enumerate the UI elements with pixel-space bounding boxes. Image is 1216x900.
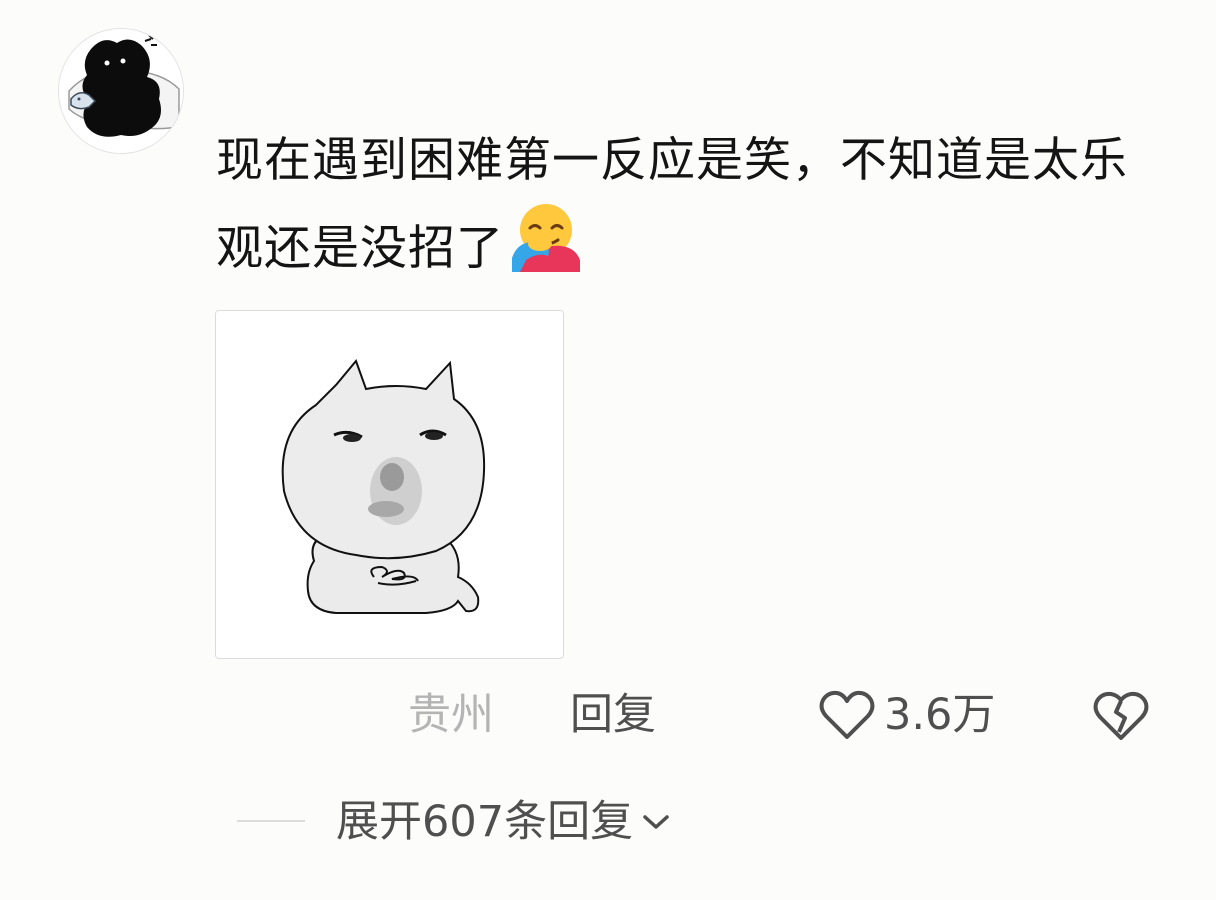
like-button[interactable]: 3.6万 bbox=[818, 684, 995, 746]
cat-meme-illustration bbox=[216, 311, 563, 658]
expand-replies-button[interactable]: 展开607条回复 bbox=[336, 792, 673, 852]
hugging-face-emoji-icon bbox=[508, 200, 584, 296]
expand-divider bbox=[237, 820, 305, 822]
comment-text: 现在遇到困难第一反应是笑，不知道是太乐观还是没招了 bbox=[216, 122, 1136, 296]
expand-replies-label: 展开607条回复 bbox=[336, 797, 634, 847]
comment-body: 现在遇到困难第一反应是笑，不知道是太乐观还是没招了 bbox=[216, 133, 1128, 276]
comment-location: 贵州 bbox=[408, 690, 494, 740]
broken-heart-icon bbox=[1093, 691, 1149, 740]
user-avatar[interactable] bbox=[58, 28, 184, 154]
chevron-down-icon bbox=[643, 815, 669, 829]
reply-button[interactable]: 回复 bbox=[570, 684, 656, 746]
comment-image[interactable] bbox=[215, 310, 564, 659]
heart-outline-icon bbox=[819, 690, 875, 739]
dislike-button[interactable] bbox=[1092, 688, 1150, 746]
like-count: 3.6万 bbox=[884, 690, 996, 740]
black-cat-avatar-icon bbox=[59, 29, 183, 153]
